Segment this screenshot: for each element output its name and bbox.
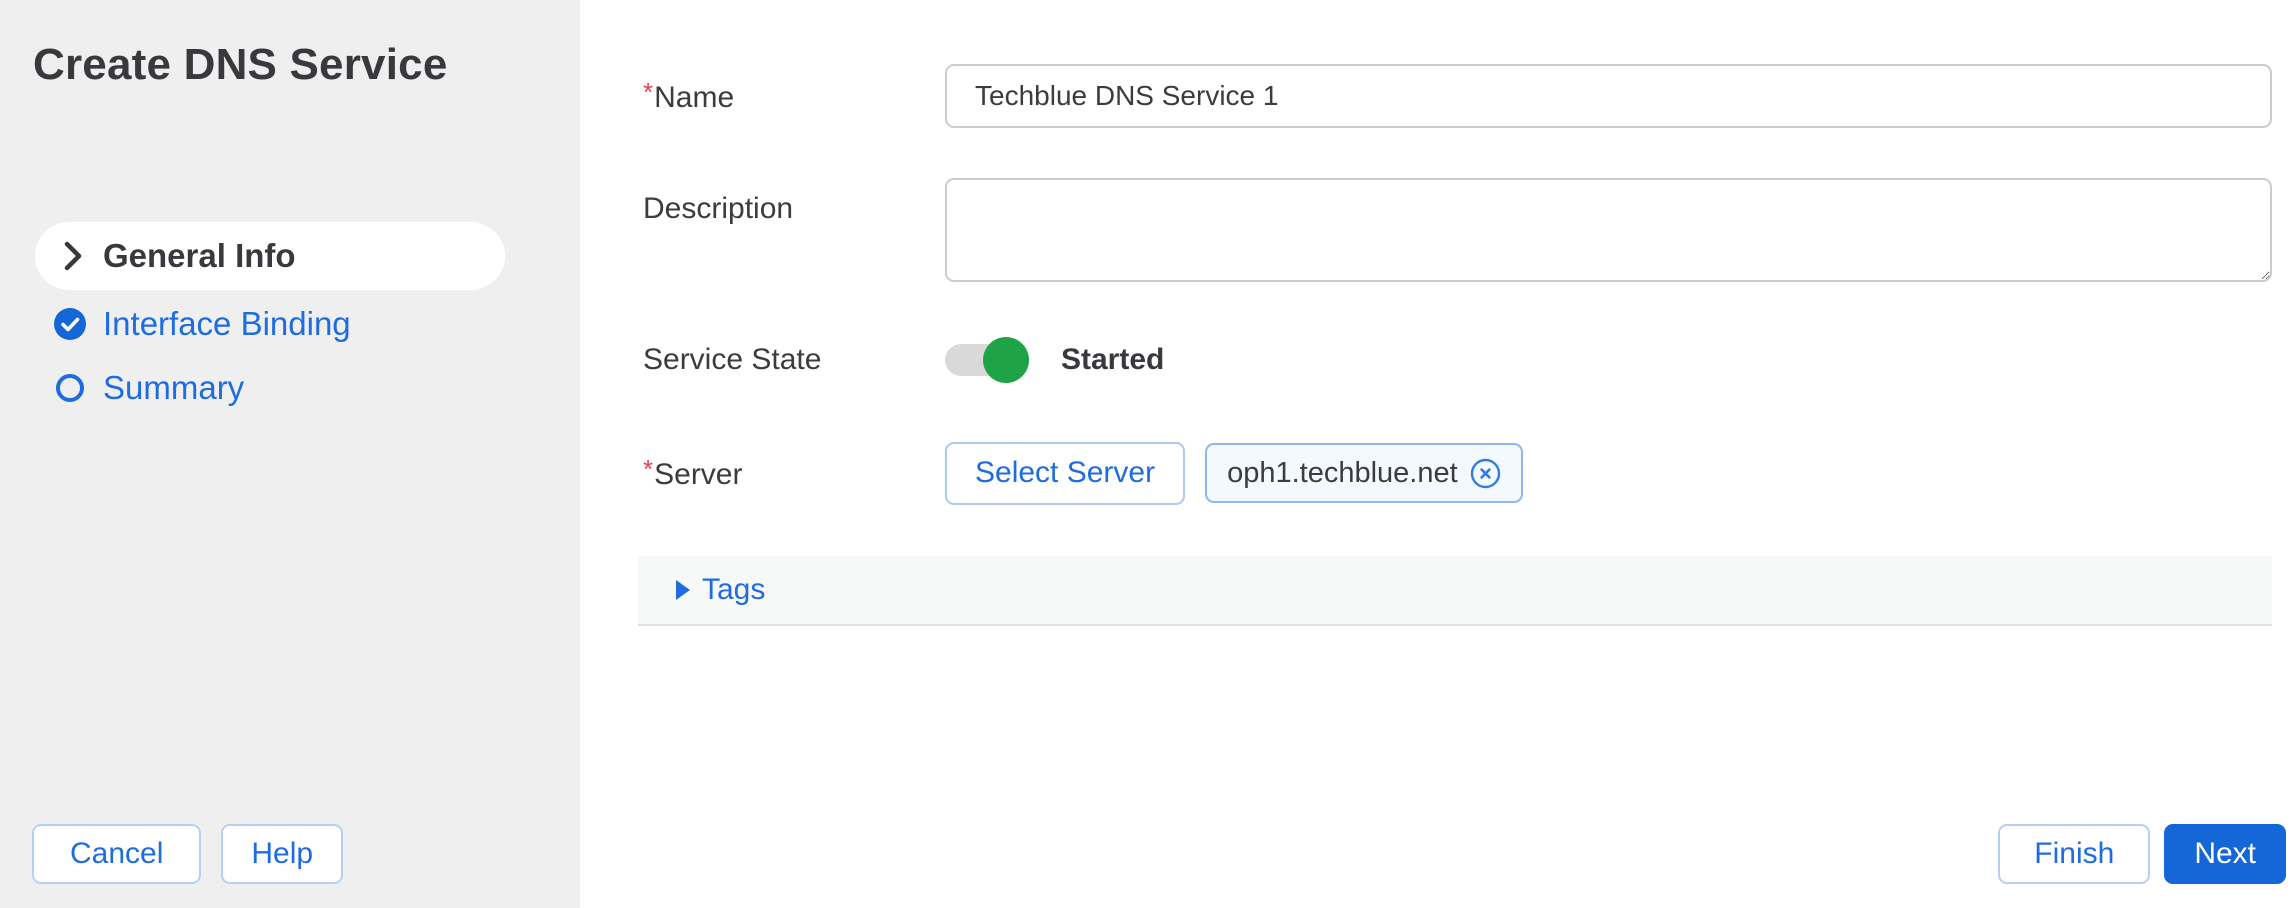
step-summary[interactable]: Summary <box>35 356 505 420</box>
description-label: Description <box>580 178 945 226</box>
wizard-steps: General Info Interface Binding Summary <box>35 222 505 420</box>
name-row: *Name <box>580 64 2272 128</box>
service-state-label: Service State <box>580 343 945 377</box>
footer-actions: Finish Next <box>1998 824 2286 884</box>
tags-section-toggle[interactable]: Tags <box>638 556 2272 626</box>
select-server-button[interactable]: Select Server <box>945 442 1185 505</box>
toggle-knob <box>983 337 1029 383</box>
step-label: Summary <box>103 369 244 407</box>
required-asterisk: * <box>643 454 653 484</box>
cancel-button[interactable]: Cancel <box>32 824 201 884</box>
service-state-toggle[interactable] <box>945 344 1023 376</box>
wizard-sidebar: Create DNS Service General Info Interfac… <box>0 0 580 908</box>
caret-right-icon <box>676 580 690 600</box>
service-state-row: Service State Started <box>580 328 2272 392</box>
step-interface-binding[interactable]: Interface Binding <box>35 292 505 356</box>
description-row: Description <box>580 178 2272 282</box>
general-info-form: *Name Description Service State Started … <box>580 0 2296 908</box>
step-completed-check-icon <box>53 307 87 341</box>
step-pending-circle-icon <box>53 371 87 405</box>
remove-server-icon[interactable] <box>1470 458 1501 489</box>
page-title: Create DNS Service <box>33 40 448 90</box>
next-button[interactable]: Next <box>2164 824 2286 884</box>
help-button[interactable]: Help <box>221 824 343 884</box>
required-asterisk: * <box>643 77 653 107</box>
step-label: Interface Binding <box>103 305 351 343</box>
server-label: *Server <box>580 454 945 492</box>
name-label: *Name <box>580 77 945 115</box>
step-label: General Info <box>103 237 296 275</box>
selected-server-name: oph1.techblue.net <box>1227 457 1458 490</box>
selected-server-chip: oph1.techblue.net <box>1205 443 1523 503</box>
sidebar-actions: Cancel Help <box>32 824 343 884</box>
description-textarea[interactable] <box>945 178 2272 282</box>
finish-button[interactable]: Finish <box>1998 824 2150 884</box>
tags-label: Tags <box>702 573 765 607</box>
step-general-info[interactable]: General Info <box>35 222 505 290</box>
chevron-right-icon <box>61 239 85 273</box>
create-dns-service-wizard: Create DNS Service General Info Interfac… <box>0 0 2296 908</box>
server-row: *Server Select Server oph1.techblue.net <box>580 441 2272 505</box>
name-input[interactable] <box>945 64 2272 128</box>
service-state-value: Started <box>1061 343 1164 377</box>
